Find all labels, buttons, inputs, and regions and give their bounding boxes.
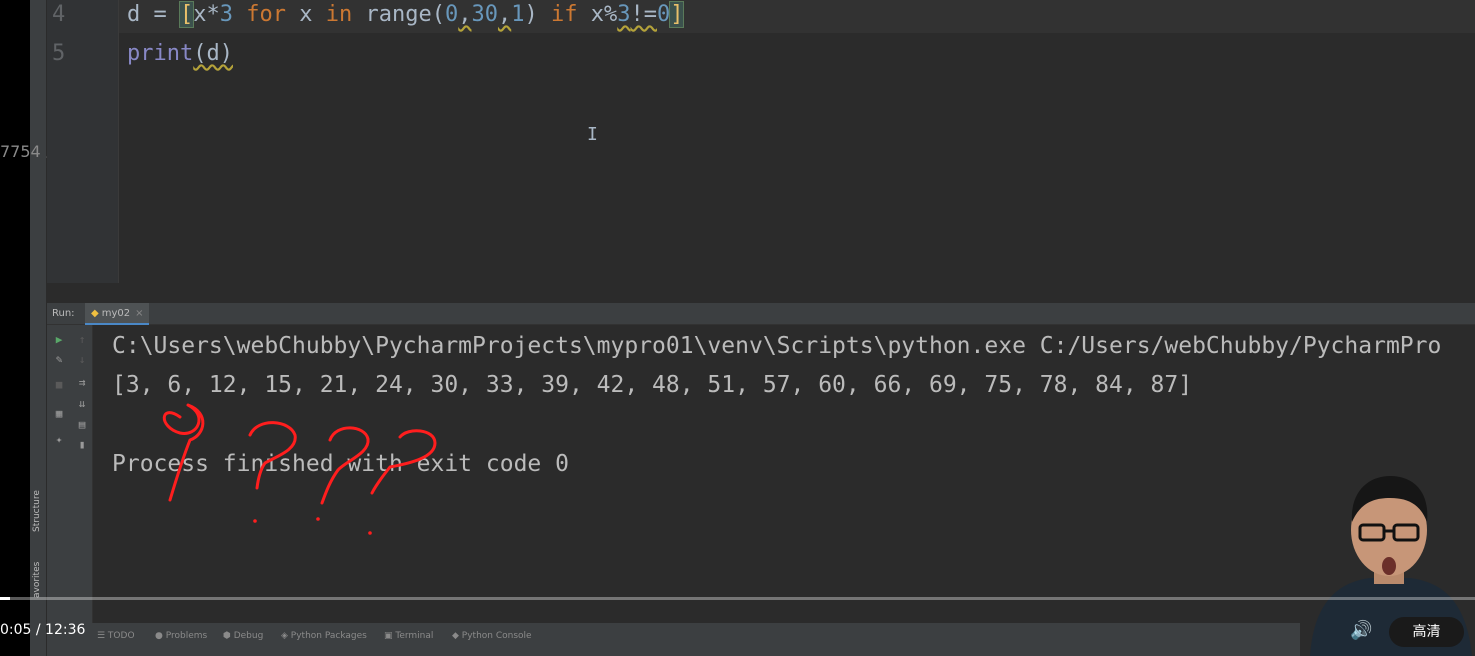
run-label: Run: (52, 308, 75, 319)
code-builtin: print (127, 41, 194, 66)
tab-debug[interactable]: ⬢ Debug (223, 631, 263, 641)
tab-problems[interactable]: ● Problems (155, 631, 207, 641)
run-tab-my02[interactable]: ◆ my02 × (85, 303, 150, 325)
tab-terminal[interactable]: ▣ Terminal (384, 631, 433, 641)
tab-python-console[interactable]: ◆ Python Console (452, 631, 532, 641)
run-tab-label: my02 (101, 308, 131, 319)
question-marks-annotation (162, 403, 437, 535)
code-keyword: in (325, 2, 353, 27)
scroll-to-end-icon[interactable]: ⇊ (75, 397, 89, 410)
line-number: 5 (52, 41, 66, 66)
video-left-margin (0, 0, 30, 656)
code-bracket: ] (669, 1, 685, 28)
text-cursor-icon: I (587, 124, 598, 145)
code-expr: x* (193, 2, 220, 27)
print-icon[interactable]: ▤ (75, 418, 89, 431)
tab-todo[interactable]: ☰ TODO (97, 631, 135, 641)
code-number: 3 (617, 2, 631, 27)
code-keyword: for (246, 2, 286, 27)
tab-python-packages[interactable]: ◈ Python Packages (281, 631, 367, 641)
video-progress-bar[interactable] (0, 597, 1475, 600)
code-number: 0 (656, 2, 671, 27)
code-keyword: if (550, 2, 578, 27)
line-number: 4 (52, 2, 66, 27)
python-icon: ◆ (91, 308, 99, 319)
soft-wrap-icon[interactable]: ⇉ (75, 376, 89, 389)
scroll-down-icon[interactable]: ↓ (75, 353, 89, 366)
run-panel-header: Run: ◆ my02 × (47, 303, 1475, 325)
volume-icon[interactable]: 🔊 (1350, 620, 1372, 641)
code-editor[interactable]: 4 5 d = [x*3 for x in range(0,30,1) if x… (47, 0, 1475, 283)
code-op: = (140, 2, 180, 27)
video-time: 0:05 / 12:36 (0, 622, 86, 638)
rerun-icon[interactable]: ▶ (52, 333, 66, 346)
wrench-icon[interactable]: ✎ (52, 353, 66, 366)
close-icon[interactable]: × (135, 308, 143, 319)
layout-icon[interactable]: ▦ (52, 407, 66, 420)
console-command-line: C:\Users\webChubby\PycharmProjects\mypro… (112, 333, 1442, 359)
code-number: 30 (471, 2, 498, 27)
bottom-tool-bar: ☰ TODO ● Problems ⬢ Debug ◈ Python Packa… (47, 623, 1475, 656)
video-progress-fill (0, 597, 10, 600)
code-line-5[interactable]: print(d) (127, 41, 233, 66)
code-number: 1 (511, 2, 525, 27)
trash-icon[interactable]: ▮ (75, 438, 89, 451)
code-number: 0 (444, 2, 459, 27)
line-gutter: 4 5 (47, 0, 119, 283)
scroll-up-icon[interactable]: ↑ (75, 333, 89, 346)
favorites-tab[interactable]: avorites (32, 562, 42, 598)
code-line-4[interactable]: d = [x*3 for x in range(0,30,1) if x%3!=… (127, 1, 685, 28)
code-builtin: range (365, 2, 432, 27)
quality-button[interactable]: 高清 (1389, 617, 1464, 647)
run-toolbar: ▶ ↑ ✎ ↓ ■ ⇉ ▦ ⇊ ▤ ✦ ▮ (47, 325, 93, 623)
code-var: d (127, 2, 141, 27)
code-number: 3 (219, 2, 233, 27)
tool-window-bar: Structure avorites (30, 0, 47, 656)
structure-tab[interactable]: Structure (32, 490, 42, 532)
stop-icon[interactable]: ■ (52, 378, 66, 391)
code-bracket: [ (178, 1, 195, 28)
pin-icon[interactable]: ✦ (52, 433, 66, 446)
panel-divider[interactable] (47, 283, 1475, 303)
